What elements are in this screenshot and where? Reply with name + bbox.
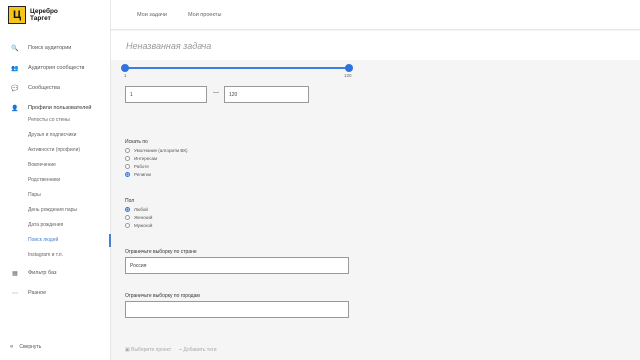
cities-label: Ограничьте выборку по городам bbox=[125, 293, 200, 299]
logo[interactable]: Ц Церебро Таргет bbox=[8, 6, 58, 24]
range-slider-max-handle[interactable] bbox=[345, 64, 353, 72]
bottom-bar: ▣ Выберите проект ⌁ Добавить теги bbox=[111, 340, 640, 360]
nav-label: Аудитория сообществ bbox=[28, 65, 85, 71]
nav-item-communities[interactable]: 💬 Сообщества bbox=[0, 78, 111, 98]
slider-max-label: 120 bbox=[344, 73, 352, 78]
search-icon: 🔍 bbox=[11, 45, 19, 52]
subnav-item-wall-reposts[interactable]: Репосты со стены bbox=[0, 113, 111, 128]
subnav-item-friends[interactable]: Друзья и подписчики bbox=[0, 128, 111, 143]
collapse-button[interactable]: « Свернуть bbox=[10, 344, 41, 350]
tab-my-tasks[interactable]: Мои задачи bbox=[137, 12, 167, 18]
logo-icon: Ц bbox=[8, 6, 26, 24]
subnav-item-birthdate[interactable]: Дата рождения bbox=[0, 218, 111, 233]
country-label: Ограничьте выборку по стране bbox=[125, 249, 197, 255]
logo-line2: Таргет bbox=[30, 15, 51, 22]
topbar: Мои задачи Мои проекты bbox=[111, 0, 640, 30]
cities-input[interactable] bbox=[125, 301, 349, 318]
select-project-link[interactable]: ▣ Выберите проект bbox=[125, 347, 171, 353]
subnav-item-couple-birthday[interactable]: День рождения пары bbox=[0, 203, 111, 218]
collapse-label: Свернуть bbox=[19, 344, 42, 350]
nav-label: Профили пользователей bbox=[28, 105, 92, 111]
radio-gender-male[interactable]: Мужской bbox=[125, 223, 152, 228]
range-slider-track[interactable] bbox=[125, 67, 349, 69]
radio-search-religion[interactable]: Религии bbox=[125, 172, 151, 177]
nav-label: Сообщества bbox=[28, 85, 60, 91]
range-from-input[interactable]: 1 bbox=[125, 86, 207, 103]
more-icon: ⋯ bbox=[12, 290, 18, 297]
chat-icon: 💬 bbox=[11, 85, 19, 92]
search-by-label: Искать по bbox=[125, 139, 148, 145]
tab-my-projects[interactable]: Мои проекты bbox=[188, 12, 221, 18]
nav-item-community-audience[interactable]: 👥 Аудитория сообществ bbox=[0, 58, 111, 78]
range-to-input[interactable]: 120 bbox=[224, 86, 309, 103]
subnav-item-instagram[interactable]: Instagram и т.п. bbox=[0, 248, 111, 263]
radio-search-default[interactable]: Умолчание (алгоритм ВК) bbox=[125, 148, 188, 153]
nav-item-base-filter[interactable]: ▦ Фильтр баз bbox=[0, 263, 111, 283]
subnav-item-couples[interactable]: Пары bbox=[0, 188, 111, 203]
filter-icon: ▦ bbox=[12, 270, 18, 277]
collapse-icon: « bbox=[10, 344, 14, 350]
nav-label: Поиск аудитории bbox=[28, 45, 72, 51]
subnav: Репосты со стены Друзья и подписчики Акт… bbox=[0, 113, 111, 263]
range-separator: — bbox=[213, 90, 219, 96]
subnav-item-relatives[interactable]: Родственники bbox=[0, 173, 111, 188]
user-icon: 👤 bbox=[11, 105, 19, 112]
range-slider-min-handle[interactable] bbox=[121, 64, 129, 72]
subnav-item-engagement[interactable]: Вовлечение bbox=[0, 158, 111, 173]
logo-line1: Церебро bbox=[30, 8, 58, 15]
nav-label: Разное bbox=[28, 290, 47, 296]
radio-gender-female[interactable]: Женский bbox=[125, 215, 152, 220]
radio-search-interests[interactable]: Интересам bbox=[125, 156, 157, 161]
task-title[interactable]: Неназванная задача bbox=[126, 41, 211, 51]
nav-item-misc[interactable]: ⋯ Разное bbox=[0, 283, 111, 303]
radio-gender-any[interactable]: Любой bbox=[125, 207, 148, 212]
sidebar: Ц Церебро Таргет 🔍 Поиск аудитории 👥 Ауд… bbox=[0, 0, 111, 360]
users-icon: 👥 bbox=[11, 65, 19, 72]
title-area: Неназванная задача bbox=[111, 31, 640, 60]
country-input[interactable]: Россия bbox=[125, 257, 349, 274]
secondary-nav: ▦ Фильтр баз ⋯ Разное bbox=[0, 263, 111, 303]
nav-item-audience-search[interactable]: 🔍 Поиск аудитории bbox=[0, 38, 111, 58]
subnav-item-people-search[interactable]: Поиск людей bbox=[0, 233, 111, 248]
radio-search-work[interactable]: Работе bbox=[125, 164, 149, 169]
nav-label: Фильтр баз bbox=[28, 270, 57, 276]
slider-min-label: 1 bbox=[124, 73, 127, 78]
gender-label: Пол bbox=[125, 198, 135, 204]
subnav-item-activity[interactable]: Активности (профили) bbox=[0, 143, 111, 158]
main-nav: 🔍 Поиск аудитории 👥 Аудитория сообществ … bbox=[0, 38, 111, 118]
add-tags-link[interactable]: ⌁ Добавить теги bbox=[179, 347, 217, 353]
